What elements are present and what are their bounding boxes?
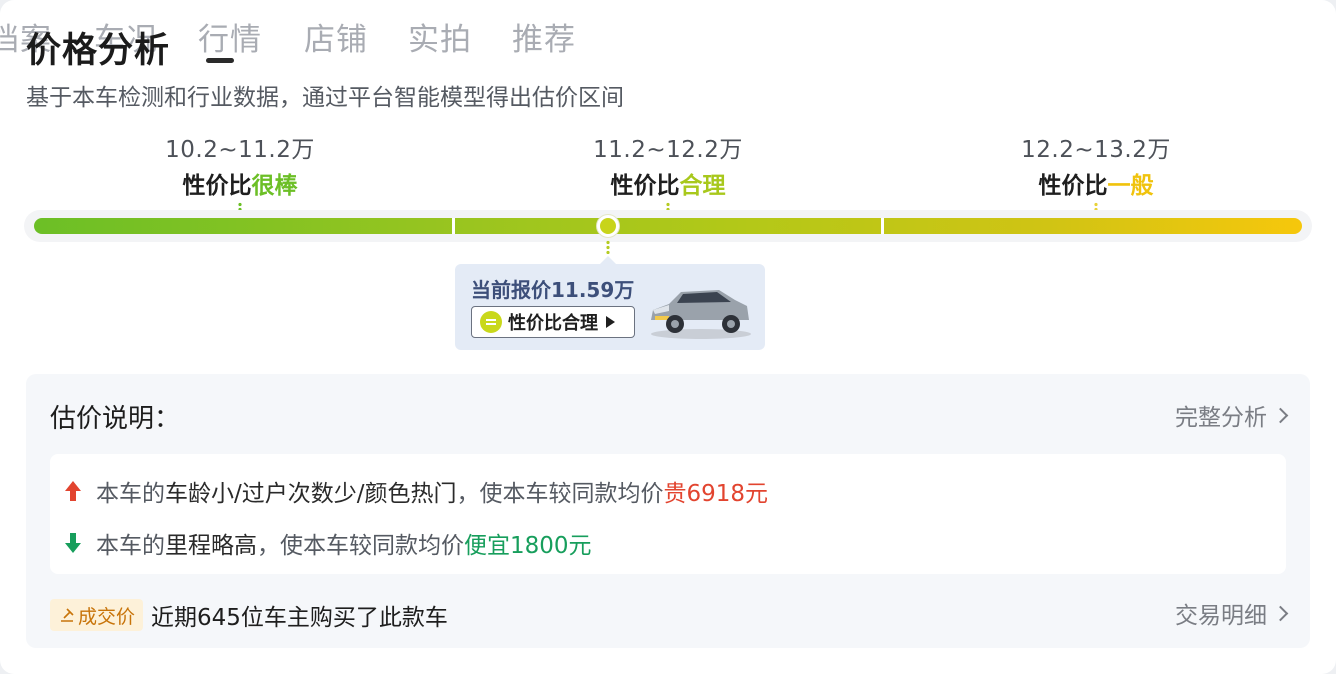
play-arrow-icon [606,316,615,328]
price-range-bar [24,210,1312,242]
factor-text: 车龄小/过户次数少/颜色热门 [165,481,457,507]
range-tag: 性价比很棒 [182,173,298,199]
deal-summary: 成交价 近期645位车主购买了此款车 [50,598,448,632]
full-analysis-link[interactable]: 完整分析 [1175,398,1289,432]
arrow-up-icon [65,481,81,501]
tooltip-arrow [600,256,616,264]
tab-recommend[interactable]: 推荐 [512,14,576,59]
range-great: 10.2~11.2万 性价比很棒 [120,130,360,214]
current-price-tooltip[interactable]: 当前报价11.59万 性价比合理 [455,256,765,350]
deal-price-badge: 成交价 [50,599,144,631]
range-price: 10.2~11.2万 [165,137,315,163]
transaction-details-link[interactable]: 交易明细 [1175,596,1289,630]
chevron-right-icon [1272,407,1289,423]
range-rating: 很棒 [251,173,298,199]
range-price: 12.2~13.2万 [1021,137,1171,163]
range-rating: 合理 [679,173,726,199]
range-price: 11.2~12.2万 [593,137,743,163]
chevron-right-icon [1272,605,1289,621]
range-tag: 性价比一般 [1038,173,1154,199]
page-title: 价格分析 [26,31,171,71]
transaction-details-label: 交易明细 [1175,603,1267,629]
value-rating-badge[interactable]: 性价比合理 [471,306,635,338]
range-fair: 11.2~12.2万 性价比合理 [548,130,788,214]
factor-row-up: 本车的 车龄小/过户次数少/颜色热门 ，使本车较同款均价 贵6918元 [64,474,768,508]
car-thumbnail [651,290,751,339]
full-analysis-label: 完整分析 [1175,405,1267,431]
current-price-marker-dots [606,240,611,254]
tab-photos[interactable]: 实拍 [408,14,472,59]
current-price-text: 当前报价11.59万 [471,278,635,302]
bar-separator [452,218,455,234]
tab-store[interactable]: 店铺 [304,14,368,59]
range-rating: 一般 [1107,173,1154,199]
factor-text: 里程略高 [165,533,257,559]
range-tag: 性价比合理 [610,173,726,199]
price-difference: 便宜1800元 [464,533,592,559]
deal-summary-text: 近期645位车主购买了此款车 [151,605,448,631]
page-subtitle: 基于本车检测和行业数据，通过平台智能模型得出估价区间 [26,85,624,111]
tab-market[interactable]: 行情 [198,14,262,59]
bar-separator [881,218,884,234]
price-difference: 贵6918元 [663,481,769,507]
factor-list: 本车的 车龄小/过户次数少/颜色热门 ，使本车较同款均价 贵6918元 本车的 … [50,454,1286,574]
equal-icon [480,311,502,333]
factor-row-down: 本车的 里程略高 ，使本车较同款均价 便宜1800元 [64,526,592,560]
price-gradient-bar [34,218,1302,234]
price-analysis-card: 档案 车况 行情 店铺 实拍 推荐 价格分析 基于本车检测和行业数据，通过平台智… [0,0,1336,674]
estimate-explanation-panel: 估价说明： 完整分析 本车的 车龄小/过户次数少/颜色热门 ，使本车较同款均价 … [26,374,1310,648]
value-rating-label: 性价比合理 [508,313,598,334]
arrow-down-icon [65,533,81,553]
hammer-icon [61,608,74,622]
range-average: 12.2~13.2万 性价比一般 [976,130,1216,214]
active-tab-indicator [206,58,234,63]
explanation-title: 估价说明： [50,404,181,434]
